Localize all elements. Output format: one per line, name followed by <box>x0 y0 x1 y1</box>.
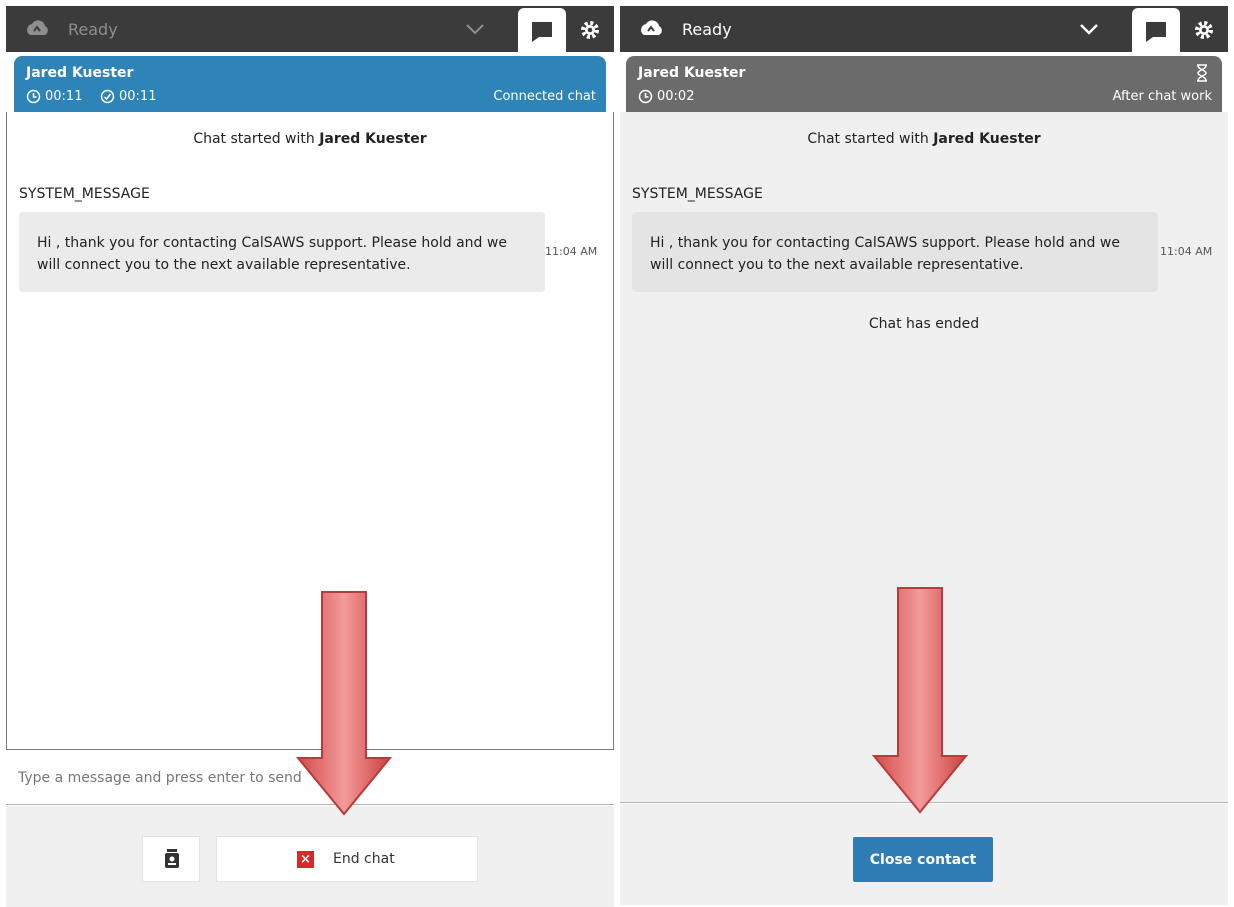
message-sender: SYSTEM_MESSAGE <box>632 186 763 202</box>
chevron-down-icon[interactable] <box>1078 20 1100 38</box>
down-arrow-annotation <box>296 591 392 816</box>
top-bar: Ready <box>6 6 614 56</box>
chat-ended-line: Chat has ended <box>868 316 980 332</box>
chat-bubble-icon <box>532 22 552 42</box>
cloud-status-icon <box>641 20 662 35</box>
chat-started-name: Jared Kuester <box>319 131 427 147</box>
cloud-status-icon <box>27 20 48 35</box>
total-timer: 00:11 <box>26 89 82 104</box>
chat-tab[interactable] <box>518 8 566 56</box>
message-sender: SYSTEM_MESSAGE <box>19 186 150 202</box>
contact-header[interactable]: Jared Kuester 00:02 After chat work <box>626 56 1222 112</box>
chat-started-line: Chat started with Jared Kuester <box>620 131 1228 147</box>
end-chat-label: End chat <box>333 851 395 867</box>
message-input[interactable]: Type a message and press enter to send <box>18 770 302 786</box>
total-timer-value: 00:11 <box>45 89 83 104</box>
message-time: 11:04 AM <box>545 245 598 258</box>
close-contact-button[interactable]: Close contact <box>853 837 993 882</box>
state-timer: 00:11 <box>100 89 156 104</box>
contact-name: Jared Kuester <box>26 65 134 81</box>
check-clock-icon <box>100 89 115 104</box>
contact-state: After chat work <box>1112 89 1212 104</box>
hourglass-icon <box>1197 64 1207 82</box>
gear-icon[interactable] <box>580 20 600 40</box>
message-time: 11:04 AM <box>1160 245 1213 258</box>
contact-header[interactable]: Jared Kuester 00:11 00:11 Connected chat <box>14 56 606 112</box>
top-bar: Ready <box>620 6 1228 56</box>
total-timer-value: 00:02 <box>657 89 695 104</box>
clock-icon <box>638 89 653 104</box>
action-footer: × End chat <box>6 806 614 907</box>
clock-icon <box>26 89 41 104</box>
chat-started-line: Chat started with Jared Kuester <box>7 131 613 147</box>
contact-card-icon <box>165 849 179 868</box>
total-timer: 00:02 <box>638 89 694 104</box>
chat-started-prefix: Chat started with <box>807 131 929 147</box>
agent-status[interactable]: Ready <box>68 20 118 39</box>
end-chat-button[interactable]: × End chat <box>216 836 478 882</box>
contact-card-button[interactable] <box>142 836 200 882</box>
message-bubble: Hi , thank you for contacting CalSAWS su… <box>19 212 545 292</box>
close-x-icon: × <box>297 851 314 868</box>
chat-bubble-icon <box>1146 22 1166 42</box>
gear-icon[interactable] <box>1194 20 1214 40</box>
action-footer: Close contact <box>620 804 1228 905</box>
chat-started-prefix: Chat started with <box>193 131 315 147</box>
state-timer-value: 00:11 <box>119 89 157 104</box>
chat-tab[interactable] <box>1132 8 1180 56</box>
chat-started-name: Jared Kuester <box>933 131 1041 147</box>
chevron-down-icon[interactable] <box>464 20 486 38</box>
down-arrow-annotation <box>872 587 968 814</box>
agent-status[interactable]: Ready <box>682 20 732 39</box>
contact-name: Jared Kuester <box>638 65 746 81</box>
message-bubble: Hi , thank you for contacting CalSAWS su… <box>632 212 1158 292</box>
contact-state: Connected chat <box>493 89 596 104</box>
